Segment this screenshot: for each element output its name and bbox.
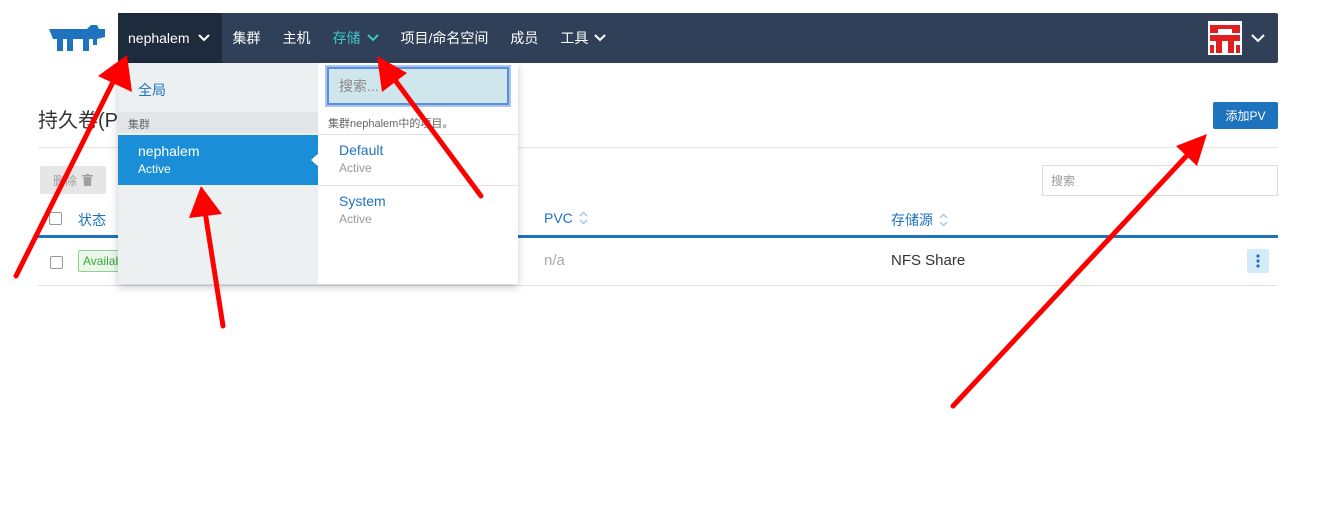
dropdown-section-label: 集群 xyxy=(118,112,318,133)
dropdown-cluster-item-nephalem[interactable]: nephalem Active xyxy=(118,135,319,185)
chevron-down-icon xyxy=(366,34,379,42)
user-menu[interactable] xyxy=(1208,21,1278,55)
delete-button[interactable]: 删除 xyxy=(40,166,106,194)
column-header-pvc[interactable]: PVC xyxy=(544,210,588,226)
project-name: Default xyxy=(339,142,384,158)
nav-item-label: 存储 xyxy=(332,30,361,46)
select-all-checkbox[interactable] xyxy=(49,212,62,225)
chevron-down-icon xyxy=(197,34,210,42)
pvc-cell: n/a xyxy=(544,252,565,269)
project-state: Active xyxy=(339,212,372,226)
avatar xyxy=(1208,21,1242,55)
top-nav: nephalem 集群 主机 存储 项目/命名空间 成员 工具 xyxy=(38,13,1278,63)
rancher-logo-icon xyxy=(49,25,105,51)
dropdown-project-item-default[interactable]: Default Active xyxy=(318,134,518,184)
cluster-selector[interactable]: nephalem xyxy=(118,13,222,63)
delete-button-label: 删除 xyxy=(52,173,77,188)
project-name: System xyxy=(339,193,386,209)
column-header-status[interactable]: 状态 xyxy=(78,210,106,230)
kebab-menu-icon xyxy=(1256,254,1260,268)
cluster-state: Active xyxy=(138,162,171,176)
column-header-label: 状态 xyxy=(78,212,106,228)
dropdown-global-item[interactable]: 全局 xyxy=(138,80,166,100)
dropdown-note: 集群nephalem中的项目。 xyxy=(328,118,454,130)
nav-item-tools[interactable]: 工具 xyxy=(549,13,617,63)
project-state: Active xyxy=(339,161,372,175)
dropdown-cluster-pane: 全局 集群 nephalem Active xyxy=(118,63,319,284)
nav-item-label: 成员 xyxy=(510,30,539,46)
status-badge: Available xyxy=(78,250,120,272)
search-input[interactable] xyxy=(1042,165,1278,196)
nav-item-storage[interactable]: 存储 xyxy=(322,13,390,63)
nav-item-hosts[interactable]: 主机 xyxy=(272,13,322,63)
nav-item-members[interactable]: 成员 xyxy=(499,13,549,63)
nav-item-projects[interactable]: 项目/命名空间 xyxy=(390,13,500,63)
sort-icon xyxy=(579,211,588,225)
page-title: 持久卷(P xyxy=(38,110,118,132)
row-checkbox[interactable] xyxy=(50,256,63,269)
cluster-name: nephalem xyxy=(138,143,200,159)
trash-icon xyxy=(82,174,93,186)
dropdown-project-item-system[interactable]: System Active xyxy=(318,185,518,235)
column-header-label: PVC xyxy=(544,210,573,226)
column-header-label: 存储源 xyxy=(891,212,933,228)
sort-icon xyxy=(939,213,948,227)
chevron-down-icon xyxy=(594,34,607,42)
nav-item-label: 集群 xyxy=(232,30,261,46)
column-header-storage[interactable]: 存储源 xyxy=(891,210,948,230)
cluster-project-dropdown: 全局 集群 nephalem Active 集群nephalem中的项目。 De… xyxy=(118,63,518,284)
divider xyxy=(38,285,1278,286)
page: nephalem 集群 主机 存储 项目/命名空间 成员 工具 持久卷(P 添加… xyxy=(0,0,1320,517)
storage-cell: NFS Share xyxy=(891,252,966,269)
dropdown-search-input[interactable] xyxy=(327,67,509,105)
nav-item-label: 项目/命名空间 xyxy=(400,30,489,46)
add-pv-button[interactable]: 添加PV xyxy=(1213,102,1278,129)
dropdown-project-pane: 集群nephalem中的项目。 Default Active System Ac… xyxy=(318,63,518,284)
cluster-selector-label: nephalem xyxy=(128,30,190,46)
nav-item-label: 主机 xyxy=(282,30,311,46)
nav-item-clusters[interactable]: 集群 xyxy=(222,13,272,63)
row-actions-button[interactable] xyxy=(1247,249,1269,273)
annotation-arrowhead xyxy=(1176,134,1207,166)
chevron-down-icon xyxy=(1251,34,1265,43)
rancher-logo[interactable] xyxy=(38,13,118,63)
nav-item-label: 工具 xyxy=(560,30,589,46)
